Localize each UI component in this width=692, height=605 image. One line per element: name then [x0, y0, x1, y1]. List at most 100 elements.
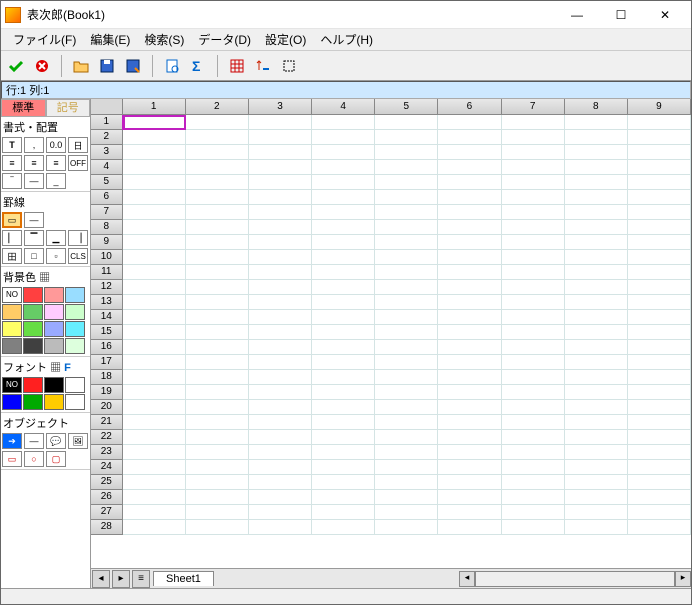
cell[interactable] [502, 475, 565, 490]
cell[interactable] [438, 415, 501, 430]
cell[interactable] [628, 115, 691, 130]
border-top-button[interactable]: ▔ [24, 230, 44, 246]
menu-help[interactable]: ヘルプ(H) [314, 29, 379, 50]
cell[interactable] [438, 175, 501, 190]
column-header[interactable]: 8 [565, 99, 628, 114]
cell[interactable] [502, 295, 565, 310]
cell[interactable] [186, 295, 249, 310]
rrect-object-button[interactable]: ▢ [46, 451, 66, 467]
cell[interactable] [123, 175, 186, 190]
bgcolor-swatch[interactable]: NO [2, 287, 22, 303]
cell[interactable] [312, 400, 375, 415]
maximize-button[interactable]: ☐ [599, 1, 643, 29]
cell[interactable] [186, 175, 249, 190]
cell[interactable] [502, 340, 565, 355]
bgcolor-swatch[interactable] [2, 338, 22, 354]
cell[interactable] [123, 235, 186, 250]
cell[interactable] [123, 160, 186, 175]
cell[interactable] [123, 460, 186, 475]
cell[interactable] [249, 190, 312, 205]
cell[interactable] [375, 520, 438, 535]
cell[interactable] [249, 265, 312, 280]
select-all-corner[interactable] [91, 99, 123, 114]
side-tab-standard[interactable]: 標準 [1, 99, 46, 117]
menu-edit[interactable]: 編集(E) [84, 29, 136, 50]
cell[interactable] [502, 490, 565, 505]
cell[interactable] [628, 145, 691, 160]
cell[interactable] [249, 355, 312, 370]
cell[interactable] [186, 145, 249, 160]
tab-first-button[interactable]: ◂ [92, 570, 110, 588]
cell[interactable] [123, 475, 186, 490]
border-all-button[interactable]: 田 [2, 248, 22, 264]
date-format-button[interactable]: 日 [68, 137, 88, 153]
menu-settings[interactable]: 設定(O) [259, 29, 312, 50]
fontcolor-swatch[interactable] [2, 394, 22, 410]
cell[interactable] [438, 310, 501, 325]
cell[interactable] [438, 355, 501, 370]
cell[interactable] [123, 340, 186, 355]
row-header[interactable]: 20 [91, 400, 123, 415]
column-header[interactable]: 4 [312, 99, 375, 114]
cell[interactable] [186, 490, 249, 505]
cell[interactable] [438, 265, 501, 280]
border-clear-button[interactable]: CLS [68, 248, 88, 264]
cell[interactable] [628, 280, 691, 295]
cell[interactable] [628, 385, 691, 400]
cell[interactable] [123, 400, 186, 415]
cell[interactable] [249, 160, 312, 175]
cell[interactable] [628, 505, 691, 520]
cell[interactable] [186, 385, 249, 400]
cell[interactable] [565, 385, 628, 400]
cell[interactable] [186, 355, 249, 370]
cell[interactable] [186, 160, 249, 175]
cell[interactable] [186, 205, 249, 220]
cell[interactable] [375, 385, 438, 400]
cell[interactable] [565, 190, 628, 205]
cell[interactable] [628, 325, 691, 340]
menu-file[interactable]: ファイル(F) [7, 29, 82, 50]
row-header[interactable]: 16 [91, 340, 123, 355]
cell[interactable] [312, 310, 375, 325]
cell[interactable] [375, 490, 438, 505]
row-header[interactable]: 1 [91, 115, 123, 130]
cell[interactable] [186, 325, 249, 340]
bgcolor-swatch[interactable] [23, 321, 43, 337]
arrow-object-button[interactable]: ➔ [2, 433, 22, 449]
cell[interactable] [502, 370, 565, 385]
cell[interactable] [565, 295, 628, 310]
row-header[interactable]: 25 [91, 475, 123, 490]
cell[interactable] [186, 265, 249, 280]
cell[interactable] [186, 505, 249, 520]
cell[interactable] [502, 250, 565, 265]
cell[interactable] [628, 205, 691, 220]
row-header[interactable]: 12 [91, 280, 123, 295]
cell[interactable] [502, 460, 565, 475]
cell[interactable] [123, 265, 186, 280]
row-header[interactable]: 19 [91, 385, 123, 400]
bgcolor-swatch[interactable] [65, 338, 85, 354]
cell[interactable] [123, 415, 186, 430]
cell[interactable] [565, 475, 628, 490]
cell[interactable] [375, 160, 438, 175]
cell[interactable] [628, 430, 691, 445]
cell[interactable] [123, 130, 186, 145]
cell[interactable] [502, 325, 565, 340]
bgcolor-swatch[interactable] [44, 304, 64, 320]
cell[interactable] [565, 280, 628, 295]
cell[interactable] [312, 475, 375, 490]
border-bottom-button[interactable]: ▁ [46, 230, 66, 246]
cell[interactable] [312, 520, 375, 535]
cell[interactable] [312, 445, 375, 460]
cell[interactable] [438, 385, 501, 400]
cell[interactable] [312, 190, 375, 205]
row-header[interactable]: 3 [91, 145, 123, 160]
cell[interactable] [502, 400, 565, 415]
cell[interactable] [628, 160, 691, 175]
cell[interactable] [123, 355, 186, 370]
cell[interactable] [312, 370, 375, 385]
cell[interactable] [186, 220, 249, 235]
cell[interactable] [312, 460, 375, 475]
text-format-button[interactable]: T [2, 137, 22, 153]
cell[interactable] [502, 265, 565, 280]
